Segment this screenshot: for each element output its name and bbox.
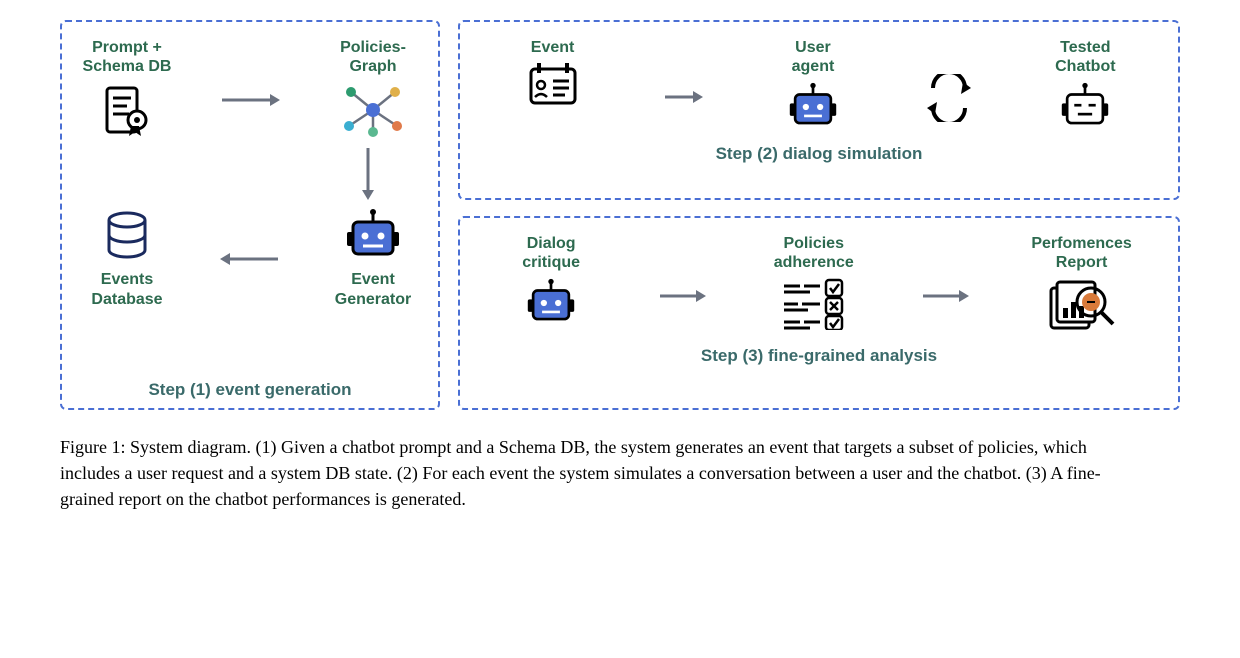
label-tested-chatbot: TestedChatbot [1055,38,1115,76]
node-user-agent: Useragent [768,38,858,132]
node-event-generator: EventGenerator [328,208,418,308]
node-event: Event [508,38,598,107]
node-tested-chatbot: TestedChatbot [1040,38,1130,132]
robot-blue-icon [523,278,579,328]
panel-step-1: Prompt +Schema DB [60,20,440,410]
document-badge-icon [99,82,155,138]
report-magnifier-icon [1047,278,1117,334]
node-prompt-schema-db: Prompt +Schema DB [82,38,172,138]
label-event-generator: EventGenerator [335,270,411,308]
arrow-right-icon [220,76,280,124]
node-policies-adherence: Policiesadherence [769,234,859,330]
step-3-caption: Step (3) fine-grained analysis [480,346,1158,366]
robot-blue-icon [785,82,841,132]
label-dialog-critique: Dialogcritique [522,234,580,272]
graph-network-icon [341,82,405,138]
step-2-caption: Step (2) dialog simulation [480,144,1158,164]
panel-step-3: Dialogcritique [458,216,1180,410]
robot-outline-icon [1057,82,1113,132]
label-policies-graph: Policies-Graph [340,38,406,76]
node-dialog-critique: Dialogcritique [506,234,596,328]
arrow-right-icon [658,272,706,320]
arrow-right-icon [663,73,703,121]
node-performances-report: PerfomencesReport [1031,234,1132,334]
event-card-icon [527,63,579,107]
arrow-left-icon [220,235,280,283]
label-user-agent: Useragent [792,38,835,76]
step-1-caption: Step (1) event generation [82,370,418,400]
panel-step-2: Event [458,20,1180,200]
figure-caption: Figure 1: System diagram. (1) Given a ch… [60,434,1140,512]
cycle-arrows-icon [923,74,975,122]
checklist-icon [780,278,848,330]
label-events-database: EventsDatabase [91,270,162,308]
label-performances-report: PerfomencesReport [1031,234,1132,272]
arrow-right-icon [921,272,969,320]
label-policies-adherence: Policiesadherence [774,234,854,272]
diagram-container: Prompt +Schema DB [60,20,1180,410]
label-prompt-schema-db: Prompt +Schema DB [83,38,172,76]
node-events-database: EventsDatabase [82,208,172,308]
node-policies-graph: Policies-Graph [328,38,418,138]
arrow-down-icon [82,146,418,200]
database-icon [99,208,155,264]
label-event: Event [531,38,575,57]
robot-blue-icon [343,208,403,264]
